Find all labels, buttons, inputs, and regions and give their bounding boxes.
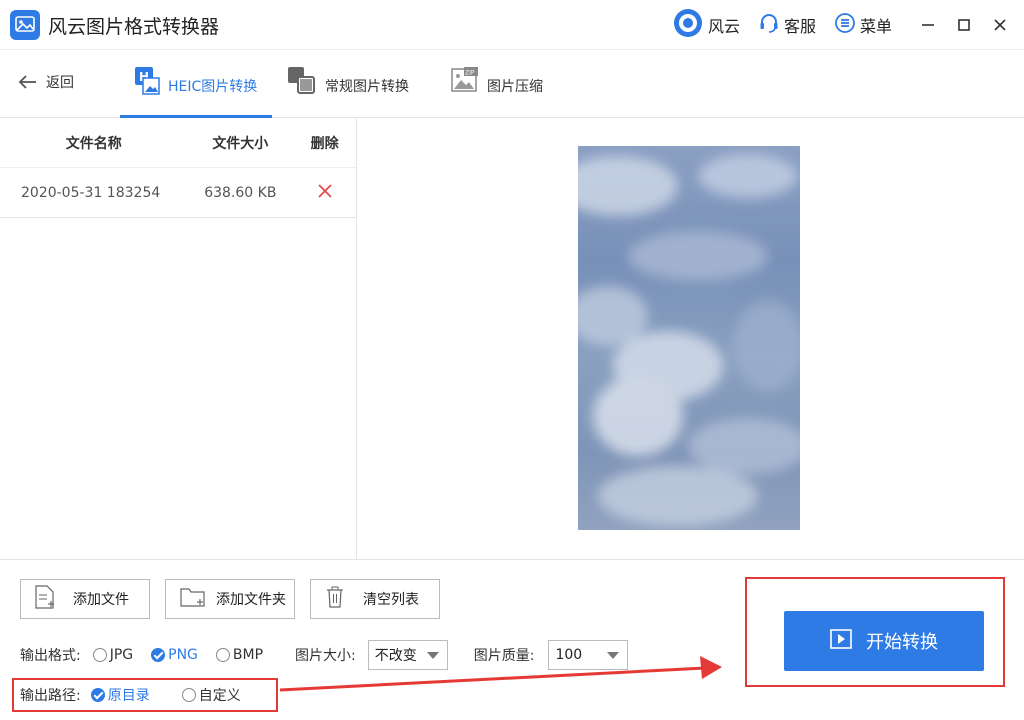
radio-checked-icon [151, 648, 166, 662]
output-format-label: 输出格式: [20, 648, 81, 664]
menu-icon [834, 12, 856, 38]
format-option-label: PNG [168, 647, 198, 663]
arrow-left-icon [18, 75, 36, 89]
delete-x-icon [317, 183, 332, 198]
add-folder-button[interactable]: 添加文件夹 [165, 579, 295, 619]
back-button[interactable]: 返回 [18, 72, 74, 92]
nav-bar: 返回 H HEIC图片转换 常规图片转换 ZIP 图片压缩 [0, 50, 1024, 118]
column-header-size: 文件大小 [212, 135, 269, 152]
format-option-label: JPG [109, 647, 134, 663]
play-icon [830, 628, 852, 654]
image-size-label: 图片大小: [295, 648, 356, 664]
app-title: 风云图片格式转换器 [48, 16, 220, 38]
path-option-label: 自定义 [198, 688, 241, 704]
tab-label: HEIC图片转换 [168, 79, 258, 95]
svg-text:ZIP: ZIP [465, 70, 475, 77]
tab-heic-convert[interactable]: H HEIC图片转换 [120, 66, 272, 118]
minimize-icon [922, 24, 934, 26]
tab-image-compress[interactable]: ZIP 图片压缩 [451, 66, 571, 118]
file-size-cell: 638.60 KB [204, 184, 277, 201]
heic-image-icon: H [134, 66, 160, 100]
add-file-label: 添加文件 [73, 592, 129, 608]
file-name-cell: 2020-05-31 183254 [21, 184, 161, 201]
image-preview-panel [358, 118, 1024, 559]
title-bar: 风云图片格式转换器 风云 客服 菜单 [0, 0, 1024, 50]
maximize-icon [958, 19, 970, 31]
radio-checked-icon [90, 688, 105, 702]
output-path-label: 输出路径: [20, 688, 81, 704]
radio-unchecked-icon [181, 688, 196, 702]
preview-image [578, 146, 800, 530]
chevron-down-icon [607, 651, 620, 659]
brand-button[interactable]: 风云 [672, 7, 740, 43]
format-option-label: BMP [232, 647, 264, 663]
file-list-panel: 文件名称 文件大小 删除 2020-05-31 183254 638.60 KB [0, 118, 357, 559]
start-convert-button[interactable]: 开始转换 [784, 611, 984, 671]
convert-image-icon [287, 66, 317, 100]
image-quality-select[interactable]: 100 [548, 640, 629, 670]
add-folder-icon [180, 586, 206, 612]
start-convert-label: 开始转换 [866, 632, 938, 653]
radio-unchecked-icon [215, 648, 230, 662]
headset-icon [758, 12, 780, 38]
tab-regular-convert[interactable]: 常规图片转换 [287, 66, 427, 118]
start-button-highlight: 开始转换 [745, 577, 1005, 687]
maximize-button[interactable] [946, 0, 982, 50]
tab-label: 常规图片转换 [325, 79, 409, 95]
customer-service-button[interactable]: 客服 [758, 12, 816, 38]
image-quality-label: 图片质量: [473, 648, 535, 664]
column-header-name: 文件名称 [65, 135, 122, 152]
column-header-delete: 删除 [310, 135, 339, 152]
close-icon [994, 19, 1006, 31]
delete-file-button[interactable] [293, 183, 356, 202]
path-option-label: 原目录 [107, 688, 150, 704]
image-size-select[interactable]: 不改变 [367, 640, 448, 670]
brand-label: 风云 [707, 17, 740, 36]
customer-service-label: 客服 [783, 17, 816, 36]
output-options-row: 输出格式: JPG PNG BMP 图片大小: 不改变 图片质量: 100 [20, 640, 629, 670]
clear-list-label: 清空列表 [363, 592, 419, 608]
zip-image-icon: ZIP [451, 66, 479, 98]
image-quality-value: 100 [555, 647, 583, 663]
minimize-button[interactable] [910, 0, 946, 50]
output-path-row: 输出路径: 原目录 自定义 [12, 678, 278, 712]
radio-unchecked-icon [92, 648, 107, 662]
app-logo-icon [10, 10, 40, 40]
close-button[interactable] [982, 0, 1018, 50]
tab-label: 图片压缩 [487, 79, 543, 95]
bottom-panel: 添加文件 添加文件夹 清空列表 输出格式: JPG PNG BMP 图片大小: … [0, 559, 1024, 720]
format-radio-bmp[interactable]: BMP [215, 647, 264, 663]
brand-logo-icon [672, 7, 704, 43]
format-radio-png[interactable]: PNG [151, 647, 198, 663]
file-list-header: 文件名称 文件大小 删除 [0, 118, 356, 168]
path-radio-original[interactable]: 原目录 [90, 685, 150, 705]
menu-button[interactable]: 菜单 [834, 12, 892, 38]
trash-icon [325, 586, 345, 612]
format-radio-jpg[interactable]: JPG [92, 647, 134, 663]
image-size-value: 不改变 [374, 648, 417, 664]
add-file-button[interactable]: 添加文件 [20, 579, 150, 619]
chevron-down-icon [426, 651, 439, 659]
add-file-icon [35, 585, 55, 613]
path-radio-custom[interactable]: 自定义 [181, 685, 241, 705]
menu-label: 菜单 [859, 17, 892, 36]
clear-list-button[interactable]: 清空列表 [310, 579, 440, 619]
table-row[interactable]: 2020-05-31 183254 638.60 KB [0, 168, 356, 218]
back-label: 返回 [46, 75, 74, 91]
add-folder-label: 添加文件夹 [216, 592, 286, 608]
